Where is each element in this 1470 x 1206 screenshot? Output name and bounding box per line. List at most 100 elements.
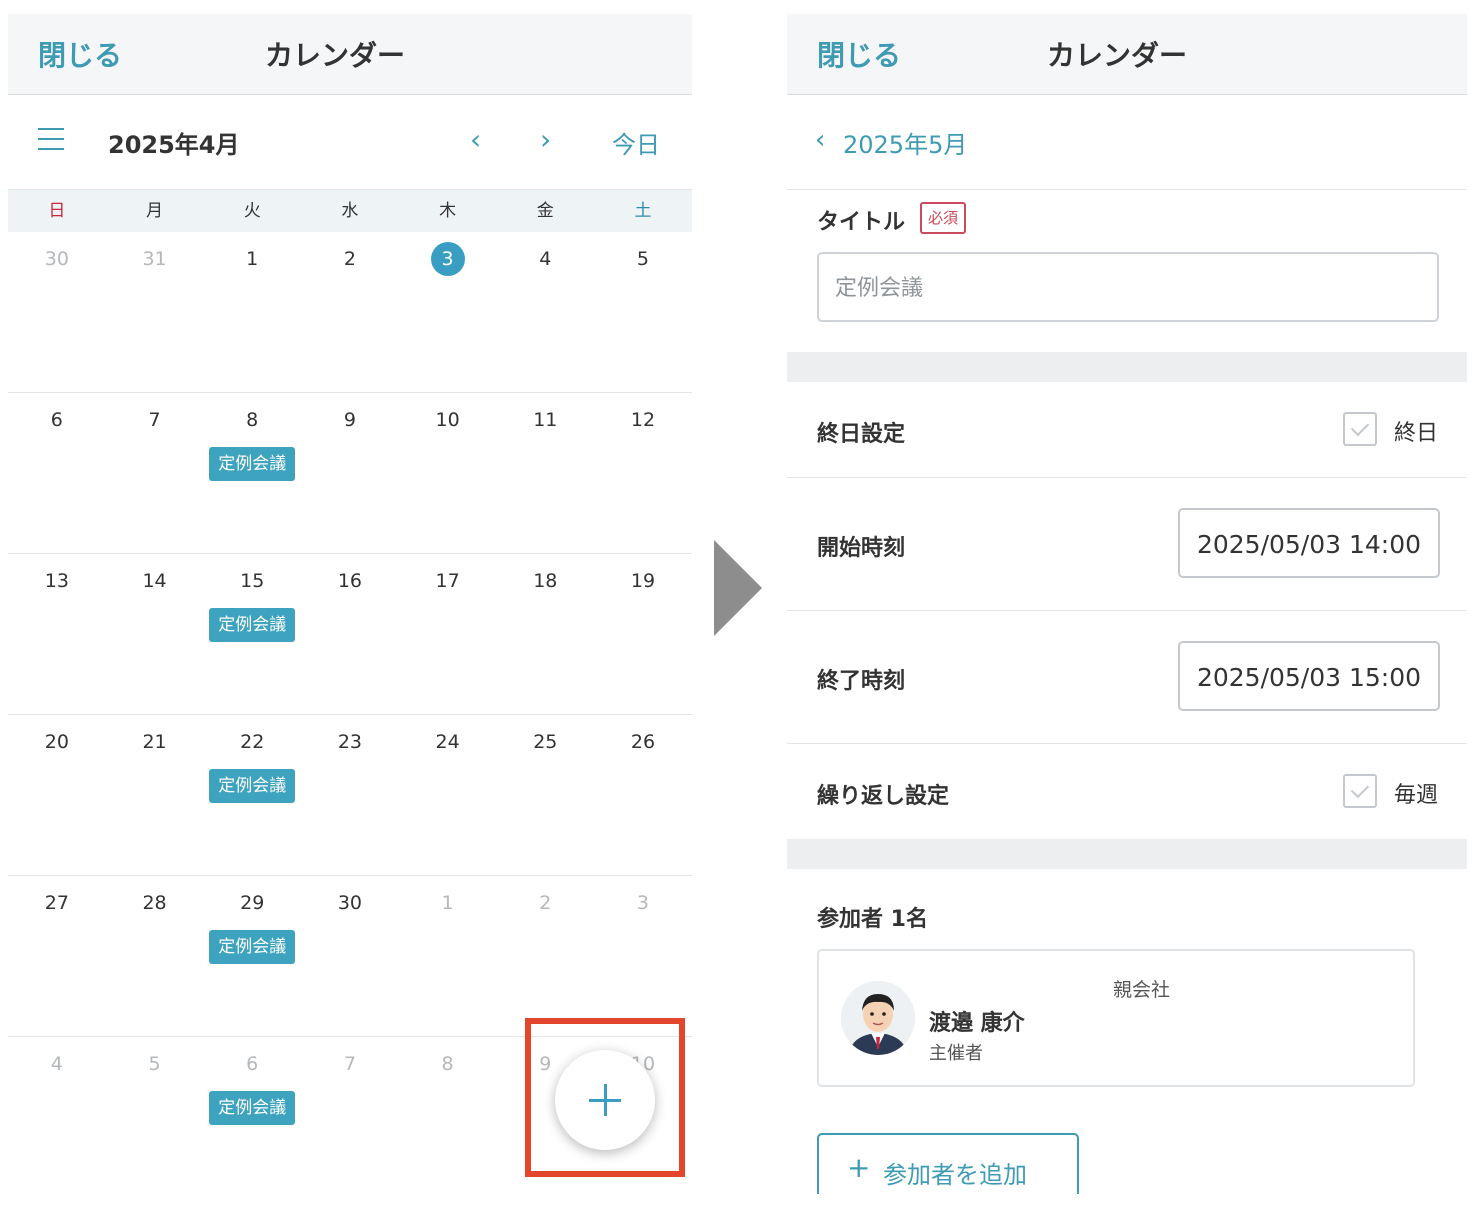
- day-cell[interactable]: 4: [8, 1037, 106, 1194]
- event-chip[interactable]: 定例会議: [209, 447, 296, 481]
- day-number: 6: [50, 409, 63, 431]
- participant-card[interactable]: 親会社 渡邉 康介 主催者: [817, 949, 1415, 1087]
- day-cell[interactable]: 24: [399, 715, 497, 875]
- week-row: 27 28 29 定例会議 30 1 2 3: [8, 876, 692, 1037]
- add-participant-button[interactable]: + 参加者を追加: [817, 1133, 1079, 1194]
- day-cell[interactable]: 20: [8, 715, 106, 875]
- day-cell[interactable]: 8 定例会議: [203, 393, 301, 553]
- add-event-button[interactable]: [555, 1050, 655, 1150]
- day-number: 30: [44, 248, 69, 270]
- day-cell[interactable]: 30: [8, 232, 106, 392]
- day-cell[interactable]: 16: [301, 554, 399, 714]
- day-cell[interactable]: 27: [8, 876, 106, 1036]
- prev-month-button[interactable]: ‹: [470, 123, 481, 156]
- add-participant-label: 参加者を追加: [883, 1161, 1027, 1189]
- day-number: 27: [44, 892, 69, 914]
- day-cell[interactable]: 9: [301, 393, 399, 553]
- day-number: 6: [246, 1053, 259, 1075]
- day-number: 22: [240, 731, 265, 753]
- day-cell[interactable]: 22 定例会議: [203, 715, 301, 875]
- screen-title: カレンダー: [1046, 39, 1187, 72]
- day-cell[interactable]: 4: [496, 232, 594, 392]
- day-number: 18: [533, 570, 558, 592]
- day-cell[interactable]: 11: [496, 393, 594, 553]
- day-cell[interactable]: 2: [301, 232, 399, 392]
- week-row: 6 7 8 定例会議 9 10 11 12: [8, 393, 692, 554]
- day-cell[interactable]: 5: [106, 1037, 204, 1194]
- weekday-label: 日: [48, 201, 66, 221]
- day-number: 31: [142, 248, 167, 270]
- day-cell[interactable]: 8: [399, 1037, 497, 1194]
- day-cell[interactable]: 13: [8, 554, 106, 714]
- weekday-label: 月: [146, 201, 164, 221]
- participant-company: 親会社: [1113, 979, 1171, 1001]
- day-number: 17: [435, 570, 460, 592]
- day-number: 7: [343, 1053, 356, 1075]
- day-number: 19: [630, 570, 656, 592]
- day-cell[interactable]: 6: [8, 393, 106, 553]
- participants-heading: 参加者 1名: [817, 907, 928, 932]
- day-cell[interactable]: 1: [203, 232, 301, 392]
- day-number: 5: [148, 1053, 161, 1075]
- today-button[interactable]: 今日: [612, 125, 660, 160]
- day-cell[interactable]: 30: [301, 876, 399, 1036]
- day-cell[interactable]: 3: [594, 876, 692, 1036]
- day-number: 4: [539, 248, 552, 270]
- day-cell[interactable]: 23: [301, 715, 399, 875]
- event-chip[interactable]: 定例会議: [209, 1091, 296, 1125]
- month-label: 2025年4月: [108, 131, 240, 159]
- day-number: 16: [337, 570, 362, 592]
- day-cell[interactable]: 3: [399, 232, 497, 392]
- start-time-label: 開始時刻: [817, 536, 906, 561]
- day-cell[interactable]: 14: [106, 554, 204, 714]
- day-cell[interactable]: 7: [106, 393, 204, 553]
- event-chip[interactable]: 定例会議: [209, 930, 296, 964]
- day-cell[interactable]: 19: [594, 554, 692, 714]
- week-row: 20 21 22 定例会議 23 24 25 26: [8, 715, 692, 876]
- day-cell[interactable]: 10: [399, 393, 497, 553]
- day-cell[interactable]: 1: [399, 876, 497, 1036]
- end-time-row: 終了時刻 2025/05/03 15:00: [787, 611, 1467, 744]
- end-time-field[interactable]: 2025/05/03 15:00: [1178, 641, 1440, 711]
- back-button[interactable]: ‹ 2025年5月: [787, 95, 1467, 190]
- day-cell[interactable]: 2: [496, 876, 594, 1036]
- menu-icon[interactable]: [38, 128, 64, 150]
- required-badge: 必須: [920, 202, 967, 234]
- participant-name: 渡邉 康介: [929, 1011, 1025, 1036]
- day-cell[interactable]: 25: [496, 715, 594, 875]
- day-number: 7: [148, 409, 161, 431]
- section-divider: [787, 352, 1467, 382]
- all-day-label: 終日設定: [817, 422, 906, 447]
- day-cell[interactable]: 26: [594, 715, 692, 875]
- day-cell[interactable]: 12: [594, 393, 692, 553]
- day-number: 1: [441, 892, 454, 914]
- event-chip[interactable]: 定例会議: [209, 769, 296, 803]
- day-cell[interactable]: 17: [399, 554, 497, 714]
- day-number: 26: [630, 731, 656, 753]
- day-cell[interactable]: 5: [594, 232, 692, 392]
- today-date: 3: [430, 242, 465, 276]
- end-time-label: 終了時刻: [817, 669, 906, 694]
- all-day-checkbox[interactable]: [1343, 412, 1377, 446]
- participant-role: 主催者: [929, 1043, 983, 1064]
- event-chip[interactable]: 定例会議: [209, 608, 296, 642]
- day-cell[interactable]: 29 定例会議: [203, 876, 301, 1036]
- day-cell[interactable]: 21: [106, 715, 204, 875]
- day-cell[interactable]: 7: [301, 1037, 399, 1194]
- day-cell[interactable]: 18: [496, 554, 594, 714]
- start-time-row: 開始時刻 2025/05/03 14:00: [787, 478, 1467, 611]
- day-cell[interactable]: 6 定例会議: [203, 1037, 301, 1194]
- participants-section: 参加者 1名 親会社 渡邉 康介 主催者 + 参加者を追加: [787, 869, 1467, 1194]
- day-cell[interactable]: 15 定例会議: [203, 554, 301, 714]
- day-number: 3: [636, 892, 650, 914]
- title-input[interactable]: 定例会議: [817, 252, 1439, 322]
- calendar-toolbar: 2025年4月 ‹ › 今日: [8, 95, 692, 190]
- start-time-field[interactable]: 2025/05/03 14:00: [1178, 508, 1440, 578]
- repeat-row: 繰り返し設定 毎週: [787, 744, 1467, 839]
- day-cell[interactable]: 28: [106, 876, 204, 1036]
- repeat-checkbox[interactable]: [1343, 774, 1377, 808]
- next-month-button[interactable]: ›: [540, 123, 551, 156]
- day-number: 11: [533, 409, 558, 431]
- day-cell[interactable]: 31: [106, 232, 204, 392]
- title-label: タイトル: [817, 210, 906, 235]
